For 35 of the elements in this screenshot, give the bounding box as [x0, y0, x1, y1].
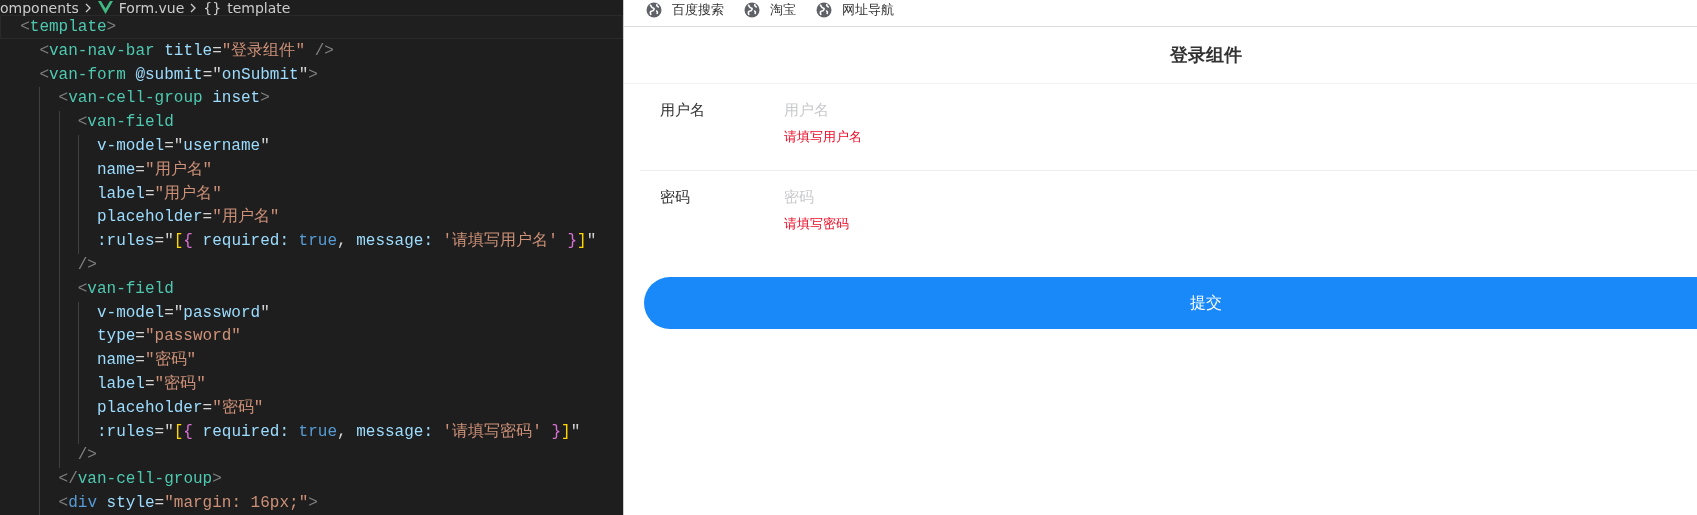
code-line: label="用户名" [0, 181, 623, 206]
field-label: 密码 [660, 187, 691, 208]
braces-icon: {} [203, 0, 222, 16]
code-line: <van-field [0, 276, 623, 301]
bookmark-link[interactable]: 百度搜索 [672, 1, 724, 19]
code-line: /> [0, 252, 623, 277]
code-line: <van-cell-group inset> [0, 86, 623, 111]
field-label: 用户名 [660, 100, 706, 121]
submit-button[interactable]: 提交 [644, 277, 1697, 329]
code-line: <div style="margin: 16px;"> [0, 490, 623, 515]
chevron-icon [190, 2, 198, 13]
code-line: placeholder="密码" [0, 395, 623, 420]
code-line: v-model="password" [0, 300, 623, 325]
code-line: <van-form @submit="onSubmit"> [38, 64, 319, 86]
code-line: :rules="[{ required: true, message: '请填写用户名' }]" [0, 229, 623, 253]
error-message: 请填写用户名 [784, 128, 863, 146]
breadcrumb-item[interactable]: omponents [0, 0, 79, 16]
code-line: placeholder="用户名" [0, 205, 623, 230]
code-line: /> [0, 443, 623, 468]
code-line: <van-field [0, 110, 623, 134]
code-line: :rules="[{ required: true, message: '请填写密码' }]" [0, 419, 623, 444]
code-line: name="密码" [0, 348, 623, 372]
chevron-icon [84, 2, 92, 13]
code-line: label="密码" [0, 371, 623, 396]
bookmark-link[interactable]: 淘宝 [770, 1, 796, 19]
code-line: name="用户名" [0, 157, 623, 182]
bookmark-link[interactable]: 网址导航 [842, 1, 894, 19]
error-message: 请填写密码 [784, 215, 850, 233]
nav-title: 登录组件 [1170, 43, 1242, 67]
code-line: v-model="username" [0, 134, 623, 158]
code-line: type="password" [0, 324, 623, 349]
code-line: </van-cell-group> [0, 467, 623, 491]
breadcrumb-item[interactable]: template [227, 0, 291, 16]
breadcrumb-item[interactable]: Form.vue [118, 0, 185, 16]
code-line: <van-nav-bar title="登录组件" /> [38, 40, 335, 62]
